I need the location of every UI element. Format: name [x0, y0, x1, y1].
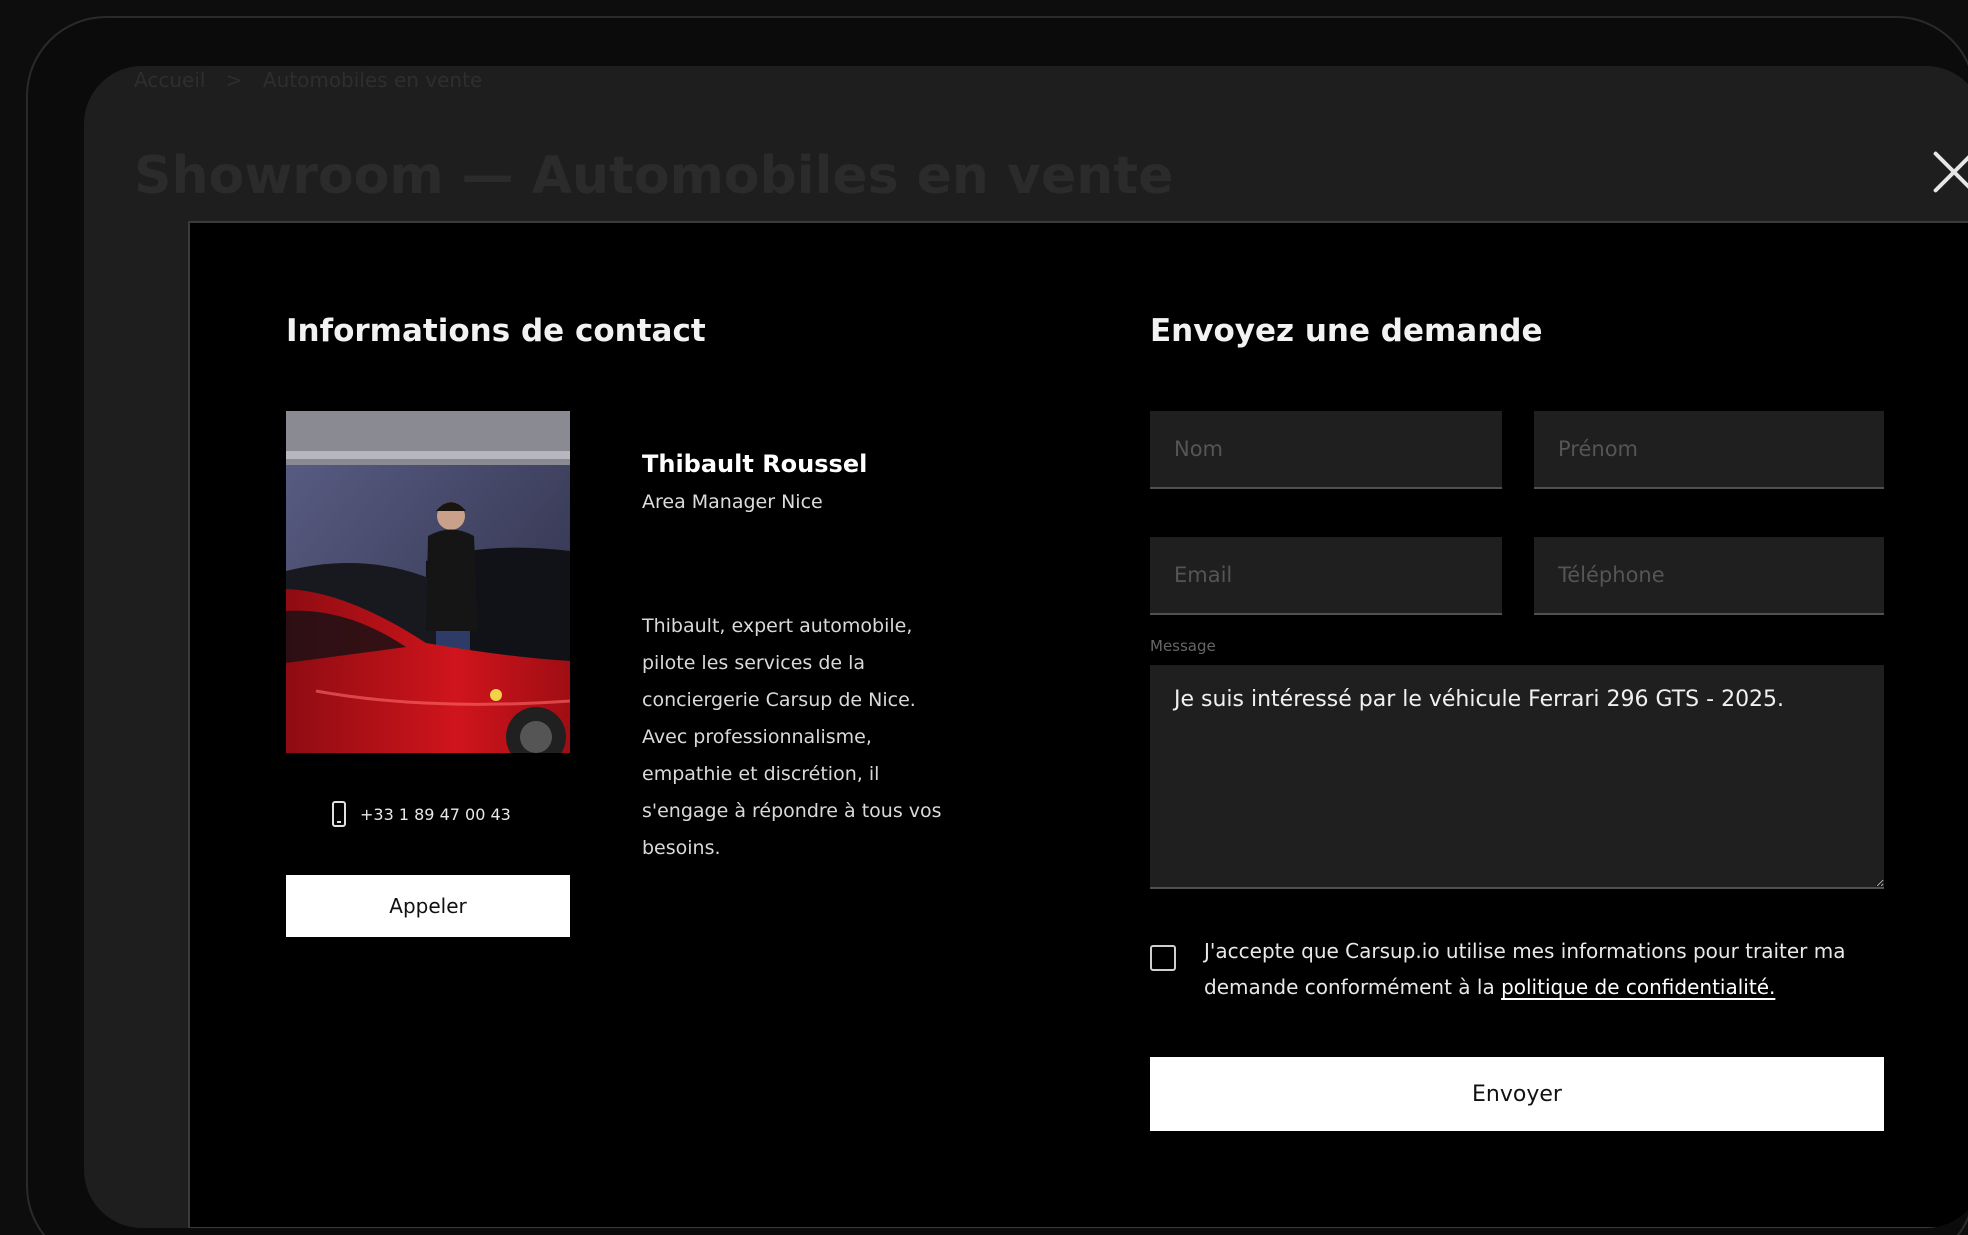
background-breadcrumb: Accueil > Automobiles en vente	[134, 66, 496, 94]
breadcrumb-home[interactable]: Accueil	[134, 68, 205, 92]
privacy-policy-link[interactable]: politique de confidentialité.	[1501, 975, 1775, 999]
contact-info-title: Informations de contact	[286, 313, 706, 349]
contact-role: Area Manager Nice	[642, 491, 823, 513]
consent-text: J'accepte que Carsup.io utilise mes info…	[1204, 933, 1884, 1005]
message-textarea[interactable]: Je suis intéressé par le véhicule Ferrar…	[1150, 665, 1884, 889]
close-icon[interactable]	[1930, 148, 1968, 196]
breadcrumb-current[interactable]: Automobiles en vente	[263, 68, 482, 92]
telephone-input[interactable]	[1534, 537, 1884, 615]
message-label: Message	[1150, 637, 1216, 655]
background-page-title: Showroom — Automobiles en vente	[134, 146, 1174, 206]
send-button[interactable]: Envoyer	[1150, 1057, 1884, 1131]
contact-name: Thibault Roussel	[642, 450, 868, 478]
call-button[interactable]: Appeler	[286, 875, 570, 937]
screen: Accueil > Automobiles en vente Showroom …	[84, 66, 1968, 1228]
prenom-input[interactable]	[1534, 411, 1884, 489]
consent-checkbox[interactable]	[1150, 945, 1176, 971]
phone-number[interactable]: +33 1 89 47 00 43	[360, 805, 511, 824]
phone-icon	[332, 801, 346, 827]
contact-phone[interactable]: +33 1 89 47 00 43	[332, 801, 511, 827]
request-form-title: Envoyez une demande	[1150, 313, 1543, 349]
nom-input[interactable]	[1150, 411, 1502, 489]
consent-row: J'accepte que Carsup.io utilise mes info…	[1150, 933, 1884, 1005]
email-input[interactable]	[1150, 537, 1502, 615]
contact-bio: Thibault, expert automobile, pilote les …	[642, 615, 942, 859]
contact-photo-illustration	[286, 411, 570, 753]
contact-modal: Informations de contact Thibault Roussel…	[188, 221, 1968, 1228]
contact-photo	[286, 411, 570, 753]
tablet-frame: Accueil > Automobiles en vente Showroom …	[26, 16, 1968, 1235]
breadcrumb-separator: >	[225, 68, 243, 92]
